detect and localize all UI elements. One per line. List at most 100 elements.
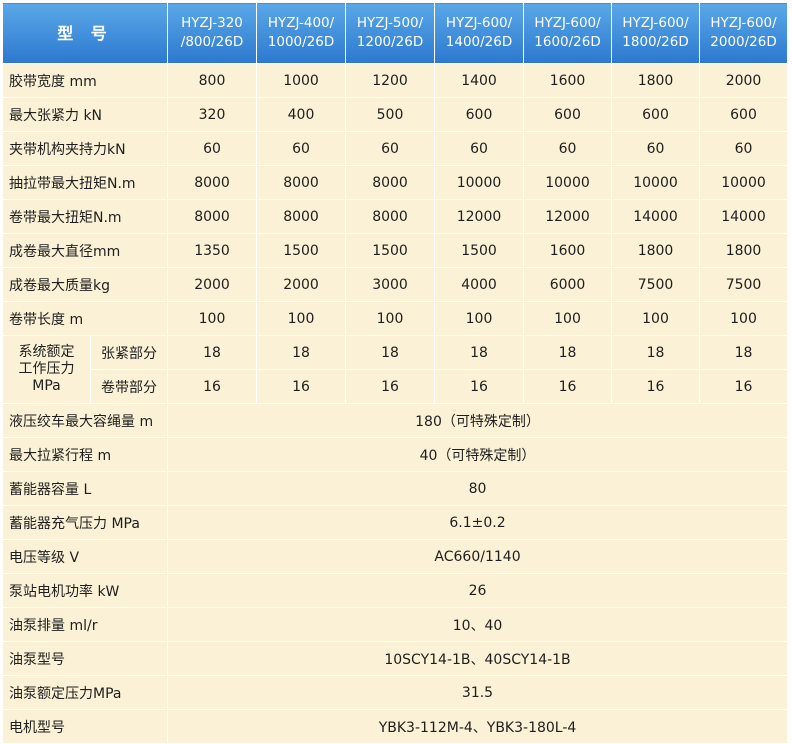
value-cell: 100 (345, 301, 436, 336)
model-line: 1400/26D (445, 34, 513, 50)
model-line: HYZJ-400/ (267, 15, 335, 31)
value-cell: 7500 (699, 267, 789, 302)
table-row: 油泵额定压力MPa 31.5 (1, 675, 789, 710)
model-line: /800/26D (180, 34, 244, 50)
value-cell: 14000 (611, 199, 701, 234)
row-label: 电压等级 V (1, 539, 169, 574)
value-cell: 400 (256, 97, 347, 132)
sub-label: 卷带部分 (89, 369, 169, 404)
value-cell: 8000 (345, 199, 436, 234)
row-label: 夹带机构夹持力kN (1, 131, 169, 166)
table-row: 成卷最大直径mm 1350 1500 1500 1500 1600 1800 1800 (1, 233, 789, 268)
value-cell: 6000 (523, 267, 613, 302)
table-row: 卷带部分 16 16 16 16 16 16 16 (3, 369, 789, 404)
value-cell: 600 (523, 97, 613, 132)
value-cell: 8000 (345, 165, 436, 200)
table-row: 电机型号 YBK3-112M-4、YBK3-180L-4 (1, 709, 789, 744)
value-cell: 14000 (699, 199, 789, 234)
table-row: 胶带宽度 mm 800 1000 1200 1400 1600 1800 2000 (1, 63, 789, 98)
value-cell: 16 (699, 369, 789, 404)
value-cell: 1500 (256, 233, 347, 268)
value-cell: 18 (611, 335, 701, 370)
model-line: HYZJ-600/ (622, 15, 689, 31)
value-cell: 60 (256, 131, 347, 166)
row-label: 卷带长度 m (1, 301, 169, 336)
value-cell: 2000 (167, 267, 258, 302)
value-cell: 1800 (699, 233, 789, 268)
table-row: 蓄能器充气压力 MPa 6.1±0.2 (1, 505, 789, 540)
value-cell: 10000 (434, 165, 525, 200)
value-cell: 1400 (434, 63, 525, 98)
model-line: HYZJ-320 (181, 15, 243, 31)
table-row: 最大拉紧行程 m 40（可特殊定制） (1, 437, 789, 472)
model-header: HYZJ-600/2000/26D (699, 2, 789, 64)
value-cell: 60 (611, 131, 701, 166)
value-cell: 16 (434, 369, 525, 404)
value-cell: 600 (699, 97, 789, 132)
row-label: 成卷最大质量kg (1, 267, 169, 302)
value-cell: 10000 (611, 165, 701, 200)
common-value-cell: 26 (167, 573, 789, 608)
row-label: 油泵排量 ml/r (1, 607, 169, 642)
value-cell: 1350 (167, 233, 258, 268)
value-cell: 1500 (345, 233, 436, 268)
common-value-cell: 10、40 (167, 607, 789, 642)
model-line: HYZJ-600/ (534, 15, 601, 31)
model-line: HYZJ-600/ (445, 15, 513, 31)
value-cell: 2000 (256, 267, 347, 302)
row-label: 液压绞车最大容绳量 m (1, 403, 169, 438)
value-cell: 10000 (523, 165, 613, 200)
value-cell: 1500 (434, 233, 525, 268)
table-row: 抽拉带最大扭矩N.m 8000 8000 8000 10000 10000 10000 100… (1, 165, 789, 200)
common-value-cell: 40（可特殊定制） (167, 437, 789, 472)
model-line: 1000/26D (267, 34, 335, 50)
model-header: HYZJ-600/1600/26D (523, 2, 613, 64)
header-row: 型 号 HYZJ-320/800/26D HYZJ-400/1000/26D H… (1, 2, 789, 64)
value-cell: 100 (434, 301, 525, 336)
value-cell: 1600 (523, 63, 613, 98)
value-cell: 8000 (256, 165, 347, 200)
row-label: 卷带最大扭矩N.m (1, 199, 169, 234)
row-label: 最大拉紧行程 m (1, 437, 169, 472)
pressure-group-label: 系统额定 工作压力 MPa (2, 335, 91, 404)
common-value-cell: 10SCY14-1B、40SCY14-1B (167, 641, 789, 676)
value-cell: 18 (345, 335, 436, 370)
table-row: 蓄能器容量 L 80 (1, 471, 789, 506)
value-cell: 60 (523, 131, 613, 166)
row-label: 蓄能器容量 L (1, 471, 169, 506)
value-cell: 1000 (256, 63, 347, 98)
table-row: 系统额定 工作压力 MPa 张紧部分 18 18 18 18 18 18 18 (2, 335, 789, 404)
common-value-cell: 6.1±0.2 (167, 505, 789, 540)
value-cell: 7500 (611, 267, 701, 302)
value-cell: 500 (345, 97, 436, 132)
value-cell: 2000 (699, 63, 789, 98)
row-label: 油泵额定压力MPa (1, 675, 169, 710)
row-label: 泵站电机功率 kW (1, 573, 169, 608)
value-cell: 100 (167, 301, 258, 336)
common-value-cell: 180（可特殊定制） (167, 403, 789, 438)
group-label-line: 工作压力 (18, 361, 75, 377)
group-label-line: 系统额定 (18, 344, 75, 360)
value-cell: 16 (611, 369, 701, 404)
row-label: 成卷最大直径mm (1, 233, 169, 268)
header-title: 型 号 (1, 2, 169, 64)
value-cell: 60 (699, 131, 789, 166)
value-cell: 12000 (434, 199, 525, 234)
table-row: 电压等级 V AC660/1140 (1, 539, 789, 574)
value-cell: 100 (256, 301, 347, 336)
value-cell: 8000 (167, 199, 258, 234)
model-header: HYZJ-500/1200/26D (345, 2, 436, 64)
model-line: HYZJ-600/ (710, 15, 777, 31)
model-header: HYZJ-600/1400/26D (434, 2, 525, 64)
spec-table: 型 号 HYZJ-320/800/26D HYZJ-400/1000/26D H… (1, 2, 789, 744)
table-row: 卷带最大扭矩N.m 8000 8000 8000 12000 12000 14000 1400… (1, 199, 789, 234)
table-row: 液压绞车最大容绳量 m 180（可特殊定制） (1, 403, 789, 438)
value-cell: 1800 (611, 63, 701, 98)
table-body: 胶带宽度 mm 800 1000 1200 1400 1600 1800 2000 最大张紧力 … (1, 63, 789, 744)
model-line: HYZJ-500/ (356, 15, 424, 31)
model-header: HYZJ-400/1000/26D (256, 2, 347, 64)
row-label: 蓄能器充气压力 MPa (1, 505, 169, 540)
value-cell: 60 (167, 131, 258, 166)
value-cell: 16 (256, 369, 347, 404)
value-cell: 8000 (167, 165, 258, 200)
